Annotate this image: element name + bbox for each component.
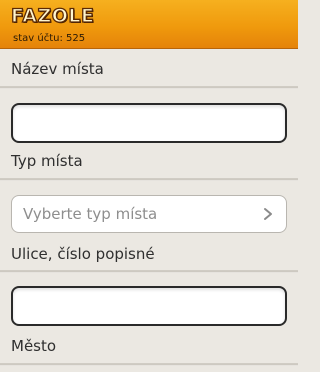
app-header: FAZOLE stav účtu: 525: [0, 0, 298, 49]
place-name-label: Název místa: [11, 60, 104, 78]
app-logo: FAZOLE: [10, 4, 95, 27]
street-label: Ulice, číslo popisné: [11, 245, 155, 263]
divider: [0, 270, 298, 273]
divider: [0, 86, 298, 89]
divider: [0, 363, 298, 366]
place-type-placeholder: Vyberte typ místa: [23, 205, 158, 223]
place-name-input[interactable]: [11, 103, 287, 143]
street-input[interactable]: [11, 286, 287, 326]
place-type-label: Typ místa: [11, 152, 83, 170]
account-balance: stav účtu: 525: [13, 33, 86, 44]
place-type-select[interactable]: Vyberte typ místa: [11, 195, 287, 233]
divider: [0, 178, 298, 181]
city-label: Město: [11, 337, 57, 355]
chevron-right-icon: [264, 208, 272, 220]
